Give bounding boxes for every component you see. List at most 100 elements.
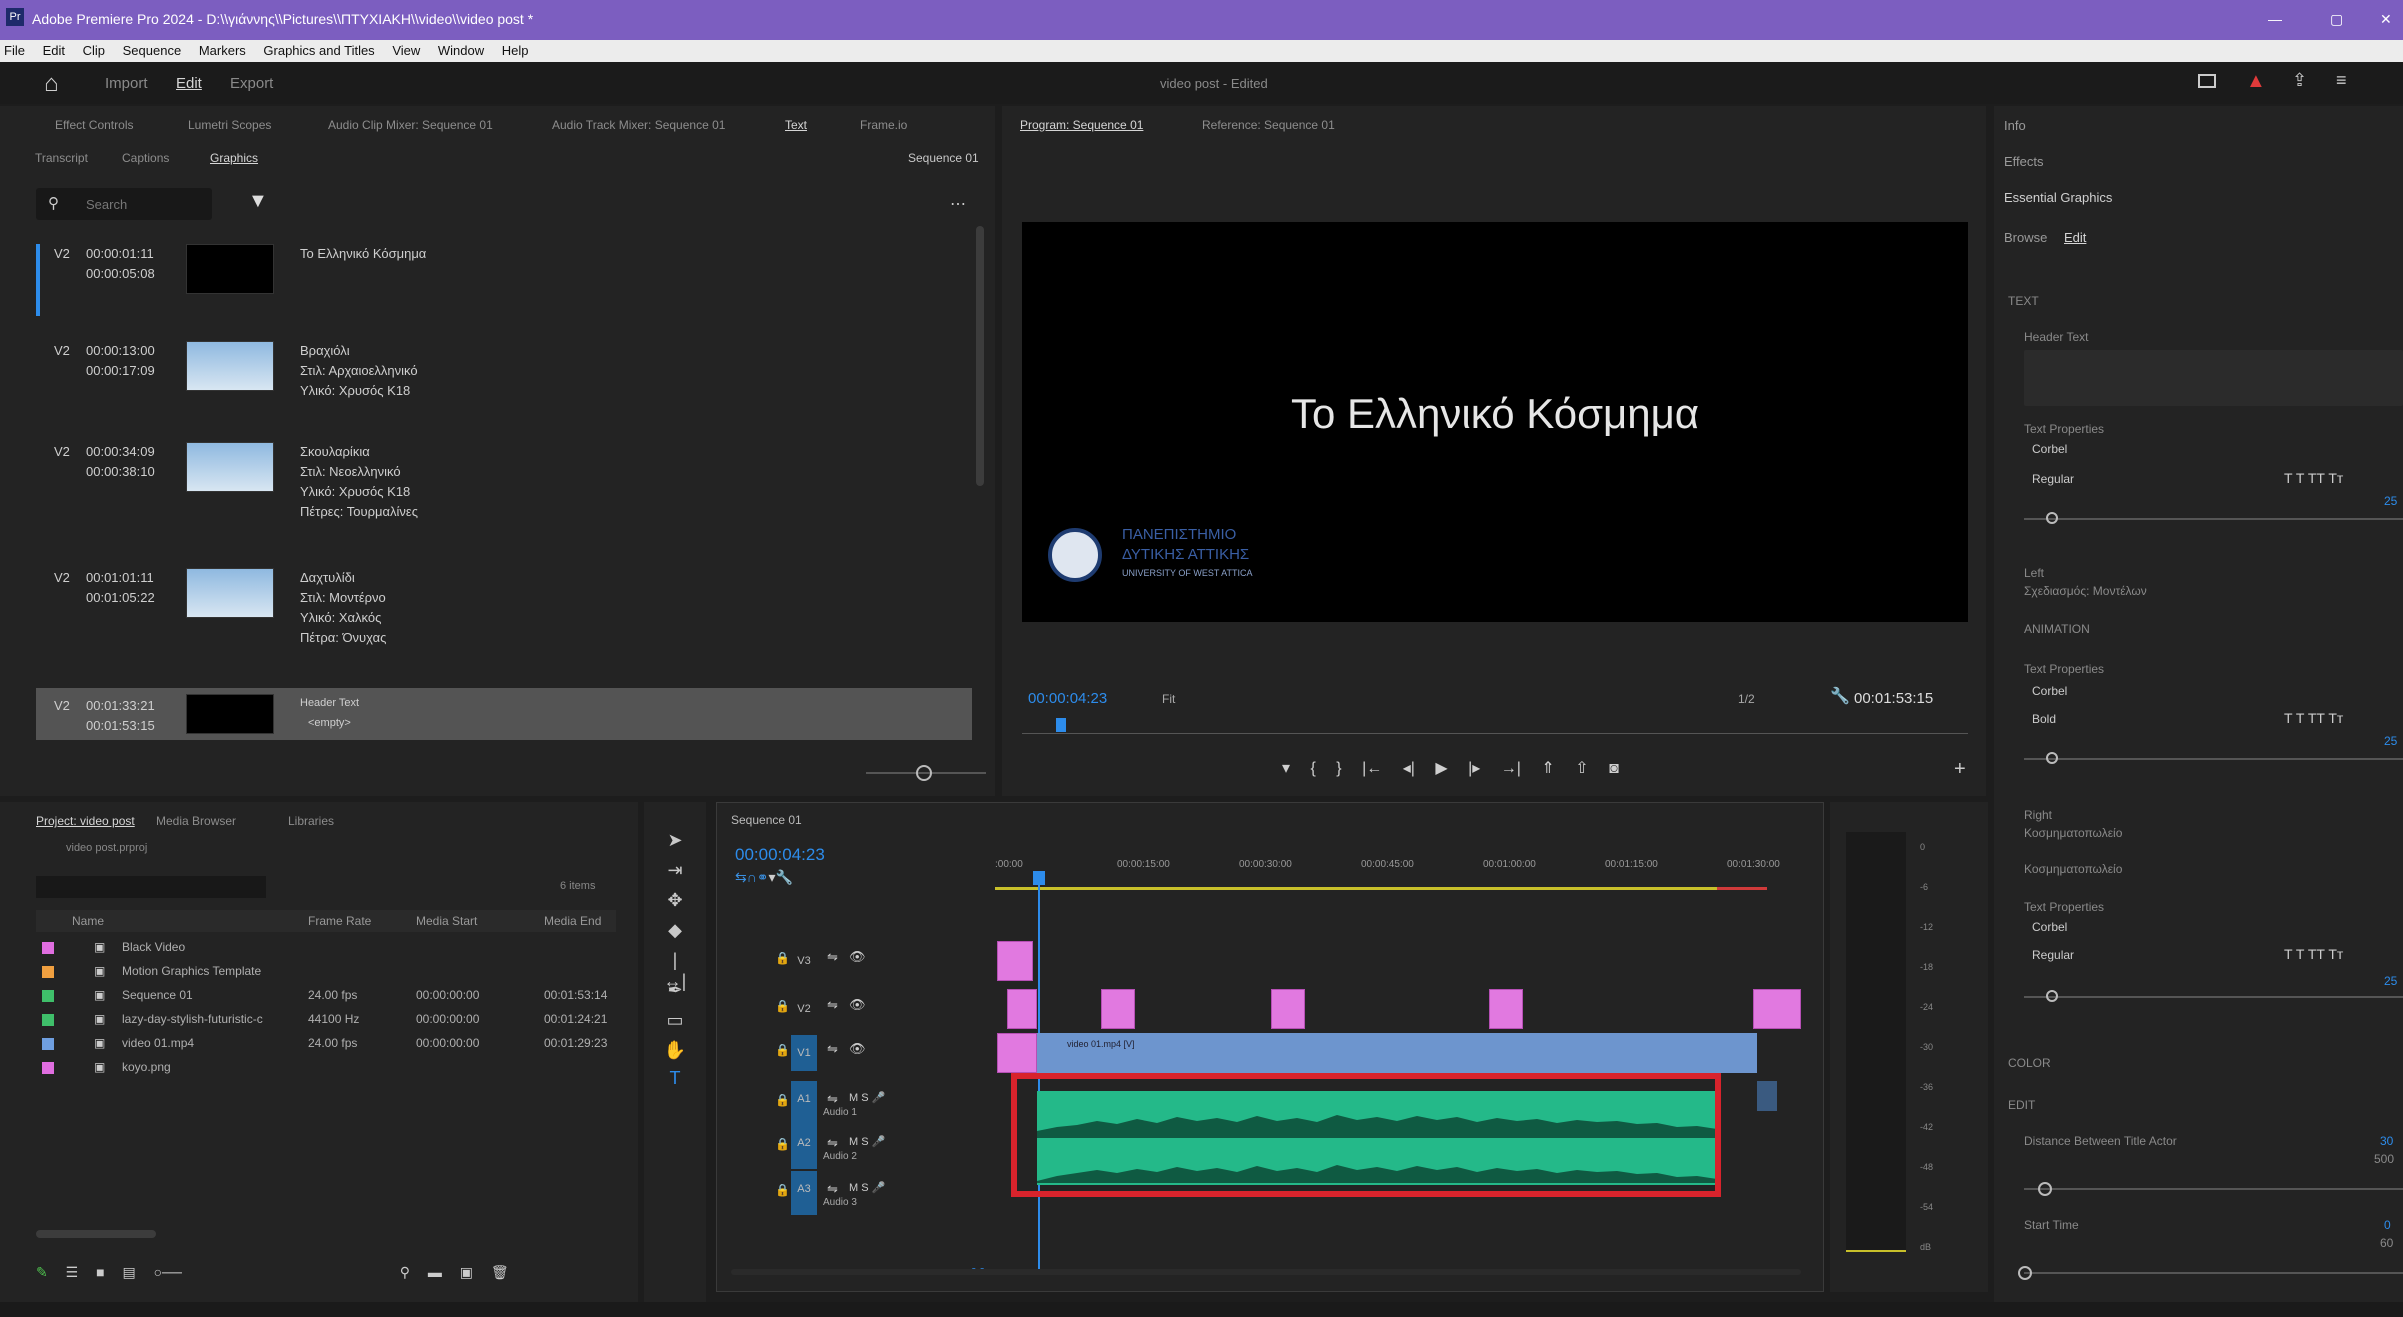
text-style-icons[interactable]: T T TT Tт <box>2284 710 2343 726</box>
distance-value[interactable]: 30 <box>2380 1134 2393 1148</box>
more-options-icon[interactable]: ⋯ <box>950 194 966 214</box>
col-name[interactable]: Name <box>72 914 104 928</box>
resolution-dropdown[interactable]: 1/2 <box>1738 692 1755 706</box>
track-header-a1[interactable]: A1 🔒 ⇋ M S 🎤 Audio 1 <box>731 1081 981 1125</box>
menu-graphics[interactable]: Graphics and Titles <box>263 43 374 58</box>
slider-handle[interactable] <box>2046 990 2058 1002</box>
slider-handle[interactable] <box>2038 1182 2052 1196</box>
sync-icon[interactable]: ⇋ <box>827 1041 838 1057</box>
font-style-dropdown[interactable]: Regular <box>2032 472 2074 486</box>
font-dropdown[interactable]: Corbel <box>2032 442 2067 456</box>
tab-edit-eg[interactable]: Edit <box>2064 230 2086 245</box>
rectangle-icon[interactable]: ▭ <box>663 1010 687 1031</box>
go-to-out-icon[interactable]: →| <box>1501 760 1521 777</box>
quick-export-icon[interactable] <box>2198 74 2216 88</box>
project-search-input[interactable] <box>36 876 266 898</box>
font-dropdown[interactable]: Corbel <box>2032 684 2067 698</box>
timeline-timecode[interactable]: 00:00:04:23 <box>735 845 825 865</box>
pencil-icon[interactable]: ✎ <box>36 1264 48 1280</box>
panel-essential-graphics[interactable]: Essential Graphics <box>2004 190 2112 205</box>
menu-window[interactable]: Window <box>438 43 484 58</box>
text-style-icons[interactable]: T T TT Tт <box>2284 946 2343 962</box>
mark-out-icon[interactable]: } <box>1336 760 1341 777</box>
play-icon[interactable]: ▶ <box>1435 760 1447 777</box>
section-color[interactable]: COLOR <box>2008 1056 2051 1070</box>
hand-icon[interactable]: ✋ <box>663 1040 687 1061</box>
fit-dropdown[interactable]: Fit <box>1162 692 1175 706</box>
track-target[interactable]: V3 <box>791 943 817 979</box>
tab-effect-controls[interactable]: Effect Controls <box>55 118 133 132</box>
tab-frameio[interactable]: Frame.io <box>860 118 907 132</box>
tab-import[interactable]: Import <box>105 75 148 92</box>
track-target[interactable]: A1 <box>791 1081 817 1125</box>
sync-icon[interactable]: ⇋ <box>827 997 838 1013</box>
track-header-a2[interactable]: A2 🔒 ⇋ M S 🎤 Audio 2 <box>731 1125 981 1169</box>
font-size-value[interactable]: 25 <box>2384 974 2397 988</box>
col-media-end[interactable]: Media End <box>544 914 601 928</box>
graphic-clip[interactable] <box>1101 989 1135 1029</box>
eye-icon[interactable]: 👁 <box>849 997 866 1013</box>
razor-icon[interactable]: ◆ <box>663 920 687 941</box>
track-target[interactable]: A2 <box>791 1125 817 1169</box>
lift-icon[interactable]: ⇑ <box>1541 760 1554 777</box>
project-row[interactable]: ▣ lazy-day-stylish-futuristic-c 44100 Hz 00… <box>36 1008 616 1032</box>
list-view-icon[interactable]: ☰ <box>66 1264 79 1280</box>
track-select-icon[interactable]: ⇥ <box>663 860 687 881</box>
start-time-value[interactable]: 0 <box>2384 1218 2391 1232</box>
step-forward-icon[interactable]: |▸ <box>1468 760 1480 777</box>
tab-libraries[interactable]: Libraries <box>288 814 334 828</box>
menu-clip[interactable]: Clip <box>83 43 105 58</box>
minimize-button[interactable]: — <box>2268 11 2282 27</box>
font-size-value[interactable]: 25 <box>2384 494 2397 508</box>
selection-tool-icon[interactable]: ➤ <box>663 830 687 851</box>
tab-sequence[interactable]: Sequence 01 <box>731 813 802 827</box>
find-icon[interactable]: ⚲ <box>400 1264 410 1280</box>
graphics-item[interactable]: V2 00:01:01:11 00:01:05:22 Δαχτυλίδι Στι… <box>36 568 966 678</box>
alert-icon[interactable]: ▲ <box>2246 70 2266 93</box>
menu-view[interactable]: View <box>392 43 420 58</box>
font-dropdown[interactable]: Corbel <box>2032 920 2067 934</box>
freeform-view-icon[interactable]: ▤ <box>122 1264 135 1280</box>
workspaces-icon[interactable]: ≡ <box>2336 70 2347 91</box>
track-header-v3[interactable]: V3 🔒 ⇋ 👁 <box>731 941 981 981</box>
label-color-swatch[interactable] <box>42 990 54 1002</box>
text-style-icons[interactable]: T T TT Tт <box>2284 470 2343 486</box>
add-marker-icon[interactable]: ▾ <box>1282 760 1290 777</box>
video-clip[interactable]: video 01.mp4 [V] <box>1037 1033 1757 1073</box>
search-field[interactable]: ⚲ Search <box>36 188 212 220</box>
search-input[interactable]: Search <box>86 197 127 212</box>
tab-text[interactable]: Text <box>785 118 807 132</box>
subtab-graphics[interactable]: Graphics <box>210 151 258 165</box>
tab-media-browser[interactable]: Media Browser <box>156 814 236 828</box>
zoom-slider-handle[interactable] <box>916 765 932 781</box>
label-color-swatch[interactable] <box>42 966 54 978</box>
track-target[interactable]: V1 <box>791 1035 817 1071</box>
project-row[interactable]: ▣ Sequence 01 24.00 fps 00:00:00:00 00:01:53… <box>36 984 616 1008</box>
font-style-dropdown[interactable]: Bold <box>2032 712 2056 726</box>
font-size-value[interactable]: 25 <box>2384 734 2397 748</box>
slider-handle[interactable] <box>2046 752 2058 764</box>
close-button[interactable]: ✕ <box>2380 11 2392 28</box>
distance-slider[interactable] <box>2024 1188 2403 1190</box>
timeline-ruler[interactable]: :00:00 00:00:15:00 00:00:30:00 00:00:45:00 0… <box>995 855 1805 881</box>
zoom-slider-icon[interactable]: ○── <box>154 1264 182 1280</box>
snap-icon[interactable]: ∩ <box>747 869 757 885</box>
work-area-bar[interactable] <box>995 887 1765 890</box>
maximize-button[interactable]: ▢ <box>2330 11 2343 28</box>
tab-browse[interactable]: Browse <box>2004 230 2047 245</box>
panel-effects[interactable]: Effects <box>2004 154 2044 169</box>
menu-sequence[interactable]: Sequence <box>123 43 182 58</box>
font-size-slider[interactable] <box>2024 758 2403 760</box>
label-color-swatch[interactable] <box>42 1038 54 1050</box>
menu-help[interactable]: Help <box>502 43 529 58</box>
filter-icon[interactable]: ▼ <box>248 190 268 213</box>
start-time-slider[interactable] <box>2024 1272 2403 1274</box>
graphic-clip[interactable] <box>1753 989 1801 1029</box>
graphic-clip[interactable] <box>1489 989 1523 1029</box>
tab-export[interactable]: Export <box>230 75 273 92</box>
share-icon[interactable]: ⇪ <box>2292 70 2307 91</box>
new-item-icon[interactable]: ▣ <box>460 1264 473 1280</box>
sync-icon[interactable]: ⇋ <box>827 1135 838 1151</box>
marker-icon[interactable]: ▾ <box>769 869 776 885</box>
linked-icon[interactable]: ⚭ <box>757 869 769 885</box>
